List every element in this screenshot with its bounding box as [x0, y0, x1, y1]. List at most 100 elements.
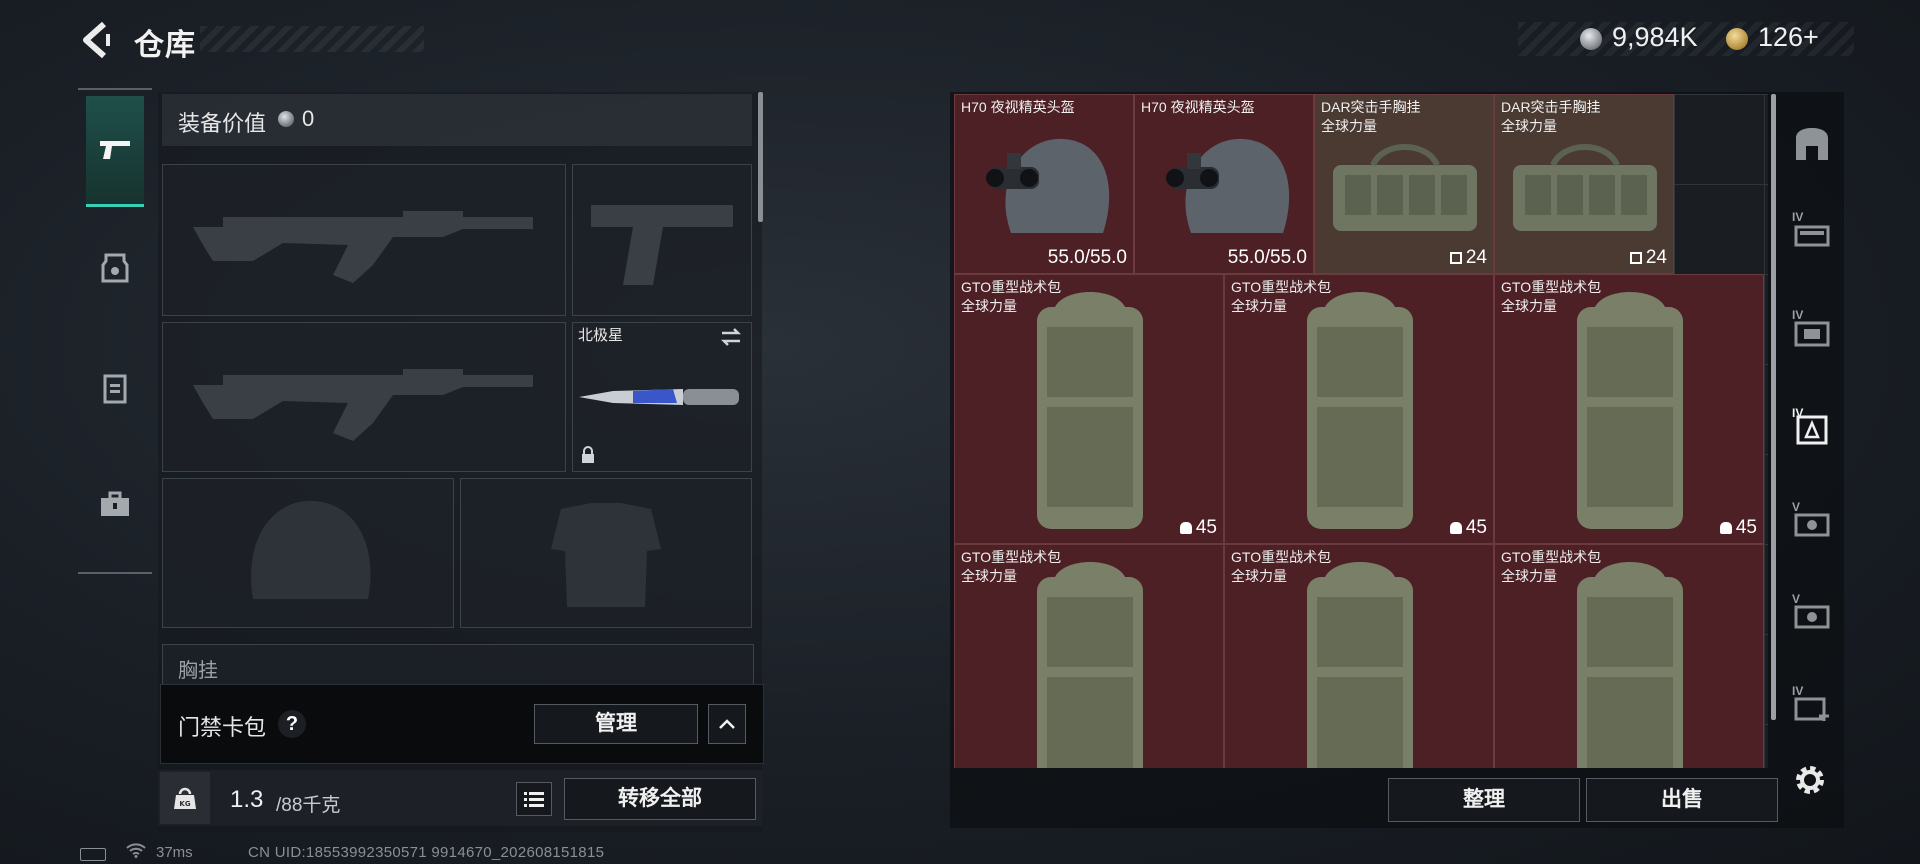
capacity-value: 24 [1629, 247, 1667, 269]
vault-icon [1796, 128, 1828, 160]
loadout-scrollbar[interactable] [758, 92, 763, 222]
battery-icon [80, 848, 106, 861]
rail-stash-add[interactable]: IV [1788, 684, 1836, 732]
stash-item[interactable]: H70 夜视精英头盔 55.0/55.0 [1134, 94, 1314, 274]
rail-tag: IV [1792, 210, 1804, 224]
rifle-silhouette-icon [193, 369, 533, 441]
silver-coin-icon [1580, 28, 1602, 50]
backpack-image [1577, 562, 1683, 768]
back-arrow-icon[interactable] [78, 20, 112, 60]
gold-currency-value[interactable]: 126+ [1758, 22, 1819, 53]
tab-rig[interactable] [86, 334, 144, 442]
stash-item[interactable]: DAR突击手胸挂 全球力量 24 [1314, 94, 1494, 274]
manage-button[interactable]: 管理 [534, 704, 698, 744]
stash-item[interactable]: GTO重型战术包 全球力量 [954, 544, 1224, 768]
secondary-weapon-slot[interactable] [572, 164, 752, 316]
capacity-number: 24 [1465, 247, 1487, 268]
rail-tag: IV [1792, 308, 1804, 322]
rail-stash-5[interactable]: V [1788, 592, 1836, 640]
page-title: 仓库 [134, 29, 196, 62]
capacity-value: 24 [1449, 247, 1487, 269]
rail-stash-4[interactable]: V [1788, 500, 1836, 548]
list-icon [524, 792, 544, 807]
item-name: DAR突击手胸挂 [1501, 99, 1601, 115]
primary-weapon-slot[interactable] [162, 164, 566, 316]
rail-stash-3-active[interactable]: IV [1788, 406, 1836, 454]
stash-item[interactable]: GTO重型战术包 全球力量 45 [1224, 274, 1494, 544]
rail-tag: IV [1792, 684, 1804, 698]
rail-home-stash[interactable] [1788, 120, 1836, 168]
stash-item[interactable]: GTO重型战术包 全球力量 [1224, 544, 1494, 768]
backpack-capacity-icon [1179, 521, 1192, 534]
rail-tag: IV [1792, 406, 1804, 420]
tab-weapons[interactable] [86, 96, 144, 207]
list-view-button[interactable] [516, 782, 552, 816]
item-name: DAR突击手胸挂 [1321, 99, 1421, 115]
rail-stash-2[interactable]: IV [1788, 308, 1836, 356]
pistol-silhouette-icon [591, 205, 733, 285]
item-faction: 全球力量 [1231, 298, 1287, 314]
swap-icon[interactable] [720, 328, 742, 346]
capacity-number: 45 [1195, 517, 1217, 538]
gear-icon[interactable] [1792, 762, 1828, 798]
equip-value-label: 装备价值 [178, 111, 267, 136]
item-name: GTO重型战术包 [961, 279, 1062, 295]
chevron-up-icon [719, 719, 735, 729]
item-name: H70 夜视精英头盔 [1141, 99, 1255, 115]
helmet-image [1166, 138, 1290, 233]
helmet-silhouette-icon [251, 500, 371, 599]
stash-scrollbar[interactable] [1771, 94, 1776, 720]
stash-item[interactable]: GTO重型战术包 全球力量 [1494, 544, 1764, 768]
capacity-value: 45 [1179, 517, 1217, 539]
item-name: GTO重型战术包 [1231, 279, 1332, 295]
primary-weapon-slot-2[interactable] [162, 322, 566, 472]
transfer-all-button[interactable]: 转移全部 [564, 778, 756, 820]
help-icon[interactable]: ? [278, 710, 306, 738]
rig-icon [103, 374, 127, 404]
stash-grid: H70 夜视精英头盔 55.0/55.0 H70 夜视精英头盔 55.0/55.… [954, 94, 1768, 768]
chest-rig-slot[interactable] [162, 644, 754, 686]
item-faction: 全球力量 [961, 298, 1017, 314]
collapse-button[interactable] [708, 704, 746, 744]
item-faction: 全球力量 [961, 568, 1017, 584]
item-faction: 全球力量 [1231, 568, 1287, 584]
stash-item[interactable]: H70 夜视精英头盔 55.0/55.0 [954, 94, 1134, 274]
stash-item[interactable]: DAR突击手胸挂 全球力量 24 [1494, 94, 1674, 274]
sort-button[interactable]: 整理 [1388, 778, 1580, 822]
capacity-number: 45 [1465, 517, 1487, 538]
tab-armor[interactable] [86, 214, 144, 322]
capacity-value: 45 [1719, 517, 1757, 539]
rail-stash-1[interactable]: IV [1788, 210, 1836, 258]
weight-current: 1.3 [230, 786, 264, 813]
chest-rig-image [1513, 144, 1657, 231]
stash-item[interactable]: GTO重型战术包 全球力量 45 [954, 274, 1224, 544]
chest-rig-image [1333, 144, 1477, 231]
armor-slot[interactable] [460, 478, 752, 628]
equip-coin-icon [278, 111, 294, 127]
stash-page-rail: IV IV IV V V IV [1782, 92, 1840, 782]
stash-item[interactable]: GTO重型战术包 全球力量 45 [1494, 274, 1764, 544]
vest-silhouette-icon [551, 503, 661, 607]
ping-value: 37ms [156, 844, 193, 861]
capacity-number: 24 [1645, 247, 1667, 268]
weight-icon: KG [160, 772, 210, 824]
wifi-icon [126, 843, 146, 858]
durability-value: 55.0/55.0 [1047, 247, 1127, 268]
backpack-capacity-icon [1449, 521, 1462, 534]
rail-tag: V [1792, 592, 1801, 606]
gold-coin-icon [1726, 28, 1748, 50]
item-faction: 全球力量 [1501, 568, 1557, 584]
capacity-number: 45 [1735, 517, 1757, 538]
lock-icon [582, 446, 594, 463]
item-name: H70 夜视精英头盔 [961, 99, 1075, 115]
sell-button[interactable]: 出售 [1586, 778, 1778, 822]
helmet-slot[interactable] [162, 478, 454, 628]
pistol-icon [100, 141, 130, 159]
silver-currency-value[interactable]: 9,984K [1612, 22, 1698, 53]
equip-value: 0 [302, 106, 315, 131]
durability-value: 55.0/55.0 [1227, 247, 1307, 268]
item-name: GTO重型战术包 [961, 549, 1062, 565]
backpack-image [1037, 562, 1143, 768]
toolbox-icon [101, 491, 129, 516]
tab-toolbox[interactable] [86, 450, 144, 558]
